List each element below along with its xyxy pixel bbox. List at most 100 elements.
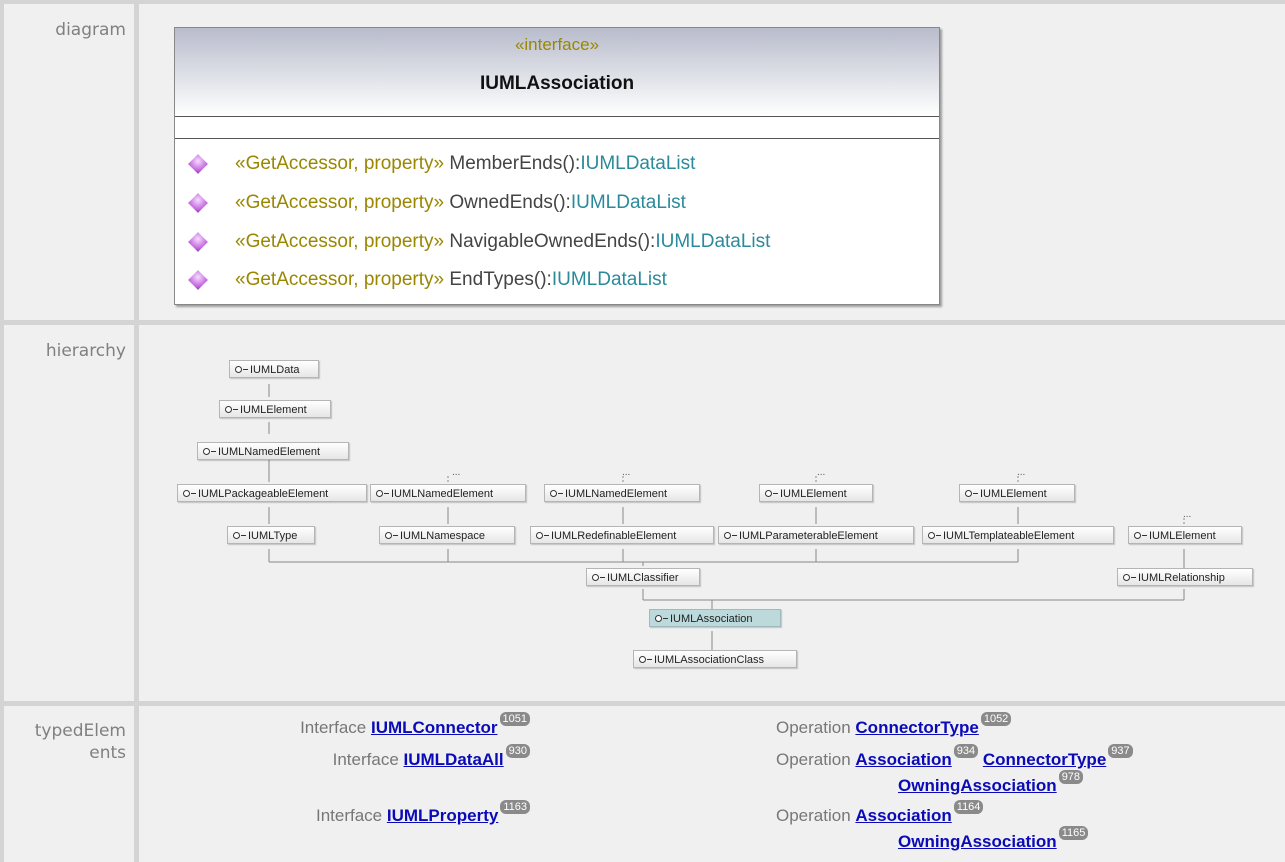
count-badge: 1052 [980, 712, 1012, 726]
hierarchy-node-iumldata[interactable]: IUMLData [229, 360, 319, 378]
hierarchy-node-iumlpackageableelement[interactable]: IUMLPackageableElement [177, 484, 367, 502]
more-ellipsis[interactable]: ... [1183, 509, 1191, 520]
interface-box[interactable]: «interface» IUMLAssociation «GetAccessor… [174, 27, 940, 305]
operation-name: MemberEnds(): [444, 153, 581, 174]
diagram-cell: «interface» IUMLAssociation «GetAccessor… [139, 4, 1285, 320]
hierarchy-node-iumlelement-2[interactable]: IUMLElement [759, 484, 873, 502]
interface-lollipop-icon [233, 532, 246, 539]
operation-type[interactable]: IUMLDataList [552, 269, 667, 290]
count-badge: 1165 [1058, 826, 1089, 840]
hierarchy-node-iumlclassifier[interactable]: IUMLClassifier [586, 568, 700, 586]
hierarchy-node-iumlnamedelement[interactable]: IUMLNamedElement [197, 442, 349, 460]
interface-link[interactable]: IUMLProperty [387, 806, 498, 825]
typed-element-row: Interface IUMLDataAll 930 [333, 744, 530, 770]
interface-lollipop-icon [235, 366, 248, 373]
interface-lollipop-icon [724, 532, 737, 539]
interface-lollipop-icon [183, 490, 196, 497]
hierarchy-node-iumltemplateableelement[interactable]: IUMLTemplateableElement [922, 526, 1114, 544]
operation-owned-ends[interactable]: «GetAccessor, property» OwnedEnds():IUML… [185, 192, 925, 222]
operation-diamond-icon [188, 154, 208, 174]
hierarchy-node-iumlnamedelement-2[interactable]: IUMLNamedElement [370, 484, 526, 502]
hierarchy-node-iumlelement-4[interactable]: IUMLElement [1128, 526, 1242, 544]
operation-diamond-icon [188, 232, 208, 252]
interface-stereotype: «interface» [514, 35, 600, 54]
interface-lollipop-icon [203, 448, 216, 455]
operation-type[interactable]: IUMLDataList [571, 192, 686, 213]
more-ellipsis[interactable]: ... [817, 467, 825, 478]
count-badge: 934 [953, 744, 979, 758]
typed-element-row: Operation Association 934 ConnectorType 93… [776, 744, 1133, 770]
diagram-label: diagram [4, 4, 134, 320]
typed-element-row: Interface IUMLProperty 1163 [316, 800, 530, 826]
documentation-table: diagram «interface» IUMLAssociation «Get… [0, 0, 1285, 862]
operation-link[interactable]: ConnectorType [855, 718, 978, 737]
operation-stereotype: «GetAccessor, property» [235, 192, 445, 213]
interface-lollipop-icon [385, 532, 398, 539]
operation-link[interactable]: Association [855, 806, 951, 825]
operation-link[interactable]: ConnectorType [983, 750, 1106, 769]
interface-lollipop-icon [225, 406, 238, 413]
more-ellipsis[interactable]: ... [622, 467, 630, 478]
hierarchy-node-iumlelement[interactable]: IUMLElement [219, 400, 331, 418]
operation-type[interactable]: IUMLDataList [655, 231, 770, 252]
hierarchy-node-iumltype[interactable]: IUMLType [227, 526, 315, 544]
interface-name: IUMLAssociation [479, 73, 635, 94]
operation-navigable-owned-ends[interactable]: «GetAccessor, property» NavigableOwnedEn… [185, 231, 925, 261]
typed-elements-cell: Interface IUMLConnector 1051 Interface IU… [139, 706, 1285, 862]
count-badge: 930 [505, 744, 530, 758]
interface-lollipop-icon [655, 615, 668, 622]
typed-element-row: Operation Association 1164 [776, 800, 984, 826]
operation-name: EndTypes(): [444, 269, 552, 290]
hierarchy-node-iumlnamespace[interactable]: IUMLNamespace [379, 526, 515, 544]
interface-lollipop-icon [550, 490, 563, 497]
count-badge: 1051 [499, 712, 530, 726]
hierarchy-connectors [268, 384, 1185, 650]
typed-elements-label: typedElem ents [4, 706, 134, 862]
interface-link[interactable]: IUMLDataAll [404, 750, 504, 769]
hierarchy-label: hierarchy [4, 325, 134, 701]
operation-link[interactable]: Association [855, 750, 951, 769]
count-badge: 978 [1058, 770, 1084, 784]
more-ellipsis[interactable]: ... [1017, 467, 1025, 478]
hierarchy-node-iumlrelationship[interactable]: IUMLRelationship [1117, 568, 1253, 586]
operation-diamond-icon [188, 270, 208, 290]
interface-lollipop-icon [965, 490, 978, 497]
count-badge: 1164 [953, 800, 984, 814]
hierarchy-node-iumlassociationclass[interactable]: IUMLAssociationClass [633, 650, 797, 668]
typed-element-row: Interface IUMLConnector 1051 [300, 712, 530, 738]
more-ellipsis[interactable]: ... [452, 467, 460, 478]
interface-lollipop-icon [536, 532, 549, 539]
typed-element-row: Operation ConnectorType 1052 [776, 712, 1012, 738]
interface-lollipop-icon [1134, 532, 1147, 539]
interface-lollipop-icon [1123, 574, 1136, 581]
interface-lollipop-icon [592, 574, 605, 581]
operation-diamond-icon [188, 193, 208, 213]
count-badge: 937 [1108, 744, 1133, 758]
operation-name: NavigableOwnedEnds(): [444, 231, 656, 252]
operation-member-ends[interactable]: «GetAccessor, property» MemberEnds():IUM… [185, 153, 925, 183]
typed-element-row-continued: OwningAssociation 978 [898, 770, 1084, 796]
interface-lollipop-icon [928, 532, 941, 539]
interface-header: «interface» IUMLAssociation [175, 28, 939, 117]
operation-type[interactable]: IUMLDataList [580, 153, 695, 174]
interface-lollipop-icon [376, 490, 389, 497]
hierarchy-node-iumlnamedelement-3[interactable]: IUMLNamedElement [544, 484, 700, 502]
operation-link[interactable]: OwningAssociation [898, 776, 1057, 795]
hierarchy-node-iumlelement-3[interactable]: IUMLElement [959, 484, 1075, 502]
hierarchy-node-iumlparameterableelement[interactable]: IUMLParameterableElement [718, 526, 914, 544]
hierarchy-node-iumlredefinableelement[interactable]: IUMLRedefinableElement [530, 526, 714, 544]
interface-lollipop-icon [639, 656, 652, 663]
hierarchy-cell: IUMLData IUMLElement IUMLNamedElement IU… [139, 325, 1285, 701]
operation-stereotype: «GetAccessor, property» [235, 153, 445, 174]
count-badge: 1163 [500, 800, 530, 814]
operation-end-types[interactable]: «GetAccessor, property» EndTypes():IUMLD… [185, 269, 925, 299]
operation-stereotype: «GetAccessor, property» [235, 269, 445, 290]
attribute-compartment-divider [175, 138, 939, 139]
hierarchy-node-iumlassociation-selected[interactable]: IUMLAssociation [649, 609, 781, 627]
interface-lollipop-icon [765, 490, 778, 497]
operation-link[interactable]: OwningAssociation [898, 832, 1057, 851]
operation-stereotype: «GetAccessor, property» [235, 231, 445, 252]
typed-element-row-continued: OwningAssociation 1165 [898, 826, 1089, 852]
interface-link[interactable]: IUMLConnector [371, 718, 498, 737]
operation-name: OwnedEnds(): [444, 192, 571, 213]
